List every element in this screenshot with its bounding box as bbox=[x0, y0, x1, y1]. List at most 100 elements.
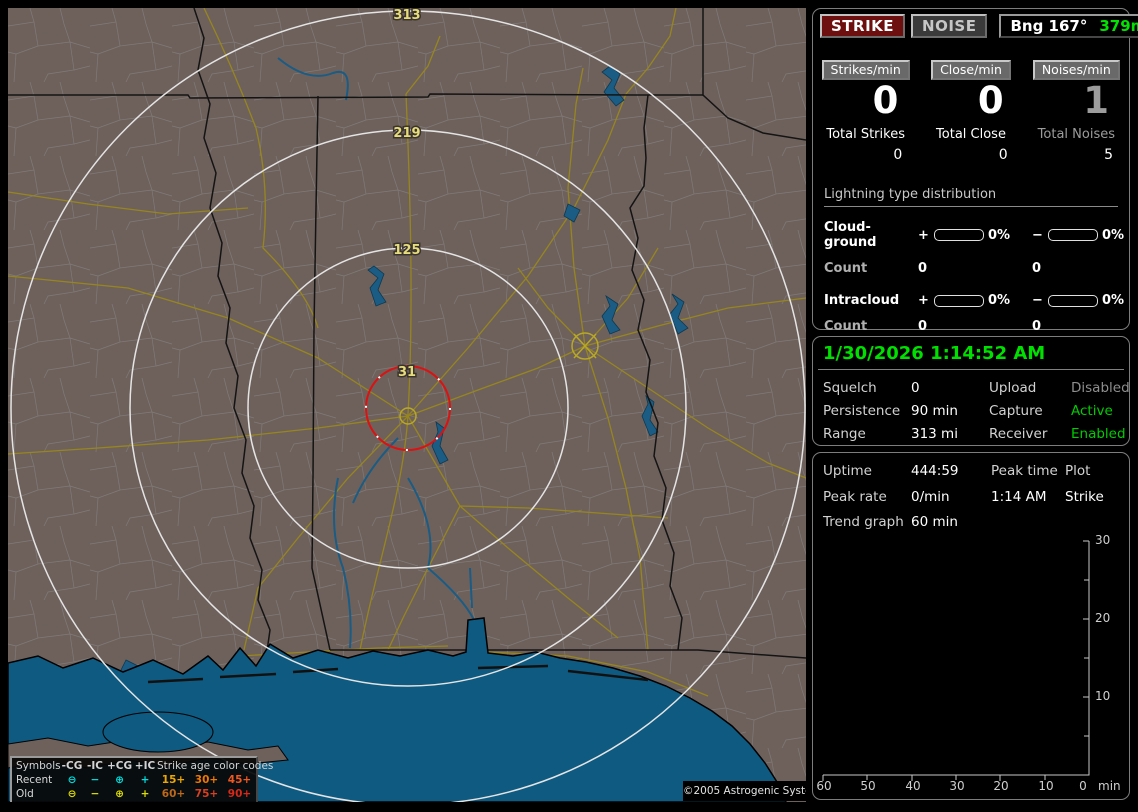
trend-panel: Uptime 444:59 Peak time Plot Peak rate 0… bbox=[812, 452, 1130, 800]
intracloud-label: Intracloud bbox=[824, 293, 900, 308]
bearing-distance: 379mi bbox=[1099, 17, 1138, 35]
pos-cg-old-icon: ⊕ bbox=[115, 788, 124, 800]
distribution-title: Lightning type distribution bbox=[824, 187, 1118, 207]
cg-positive-percent: 0% bbox=[988, 227, 1011, 243]
lake-pontchartrain bbox=[102, 711, 214, 753]
receiver-label: Receiver bbox=[989, 426, 1048, 442]
bearing-readout: Bng 167° 379mi bbox=[999, 14, 1138, 38]
pos-cg-recent-icon: ⊕ bbox=[115, 774, 124, 786]
strikes-per-min-column: Strikes/min 0 Total Strikes 0 bbox=[821, 60, 910, 163]
ic-negative-count: 0 bbox=[1032, 319, 1042, 334]
total-strikes-value: 0 bbox=[893, 147, 903, 163]
upload-label: Upload bbox=[989, 380, 1037, 396]
receiver-status: Enabled bbox=[1071, 426, 1126, 442]
range-ring-label: 125 bbox=[393, 243, 420, 258]
trend-axes bbox=[822, 540, 1090, 781]
noise-button[interactable]: NOISE bbox=[911, 14, 988, 38]
capture-status: Active bbox=[1071, 403, 1113, 419]
x-tick-50: 50 bbox=[860, 779, 876, 793]
cg-negative-bar bbox=[1048, 229, 1098, 241]
age-code-45: 45+ bbox=[227, 774, 252, 786]
bearing-value: Bng 167° bbox=[1010, 17, 1088, 35]
total-strikes-label: Total Strikes bbox=[826, 127, 905, 142]
squelch-value: 0 bbox=[911, 380, 920, 396]
legend-header-neg-cg: -CG bbox=[61, 760, 83, 772]
minus-sign: − bbox=[1032, 227, 1043, 243]
cg-negative-count: 0 bbox=[1032, 261, 1042, 276]
strikes-per-min-button[interactable]: Strikes/min bbox=[821, 60, 910, 80]
symbol-legend: Symbols -CG -IC +CG +IC Strike age color… bbox=[10, 756, 274, 802]
age-code-30: 30+ bbox=[194, 774, 219, 786]
range-value: 313 mi bbox=[911, 426, 958, 442]
age-code-75: 75+ bbox=[194, 788, 219, 800]
noises-per-min-column: Noises/min 1 Total Noises 5 bbox=[1032, 60, 1121, 163]
cg-negative-percent: 0% bbox=[1102, 227, 1125, 243]
persistence-label: Persistence bbox=[823, 403, 901, 419]
pos-ic-recent-icon: + bbox=[140, 774, 150, 786]
close-per-min-button[interactable]: Close/min bbox=[931, 60, 1011, 80]
pos-ic-old-icon: + bbox=[140, 788, 150, 800]
neg-ic-old-icon: − bbox=[90, 788, 100, 800]
total-close-value: 0 bbox=[998, 147, 1008, 163]
legend-header-neg-ic: -IC bbox=[87, 760, 103, 772]
plus-sign: + bbox=[918, 227, 929, 243]
trend-graph: 30 20 10 60 50 40 30 20 10 0 min bbox=[813, 453, 1129, 799]
neg-cg-recent-icon: ⊖ bbox=[67, 774, 77, 786]
range-ring-label: 31 bbox=[398, 365, 416, 380]
legend-age-header: Strike age color codes bbox=[157, 760, 274, 772]
x-axis-unit: min bbox=[1098, 779, 1121, 793]
ic-positive-percent: 0% bbox=[988, 293, 1011, 308]
legend-header-symbols: Symbols bbox=[16, 760, 61, 772]
x-tick-40: 40 bbox=[905, 779, 921, 793]
upload-status: Disabled bbox=[1071, 380, 1130, 396]
noises-per-min-button[interactable]: Noises/min bbox=[1032, 60, 1120, 80]
y-tick-30: 30 bbox=[1095, 533, 1111, 547]
age-code-90: 90+ bbox=[227, 788, 252, 800]
copyright-bar: ©2005 Astrogenic Systems bbox=[683, 781, 806, 801]
neg-ic-recent-icon: − bbox=[90, 774, 100, 786]
age-code-60: 60+ bbox=[161, 788, 186, 800]
map-canvas: 313 219 125 31 bbox=[8, 8, 806, 802]
ic-positive-bar bbox=[934, 294, 984, 307]
x-tick-0: 0 bbox=[1079, 779, 1087, 793]
capture-label: Capture bbox=[989, 403, 1043, 419]
strikes-per-min-value: 0 bbox=[872, 79, 899, 122]
x-tick-10: 10 bbox=[1038, 779, 1054, 793]
lightning-type-distribution: Lightning type distribution Cloud-ground… bbox=[813, 163, 1129, 334]
range-ring-label: 219 bbox=[393, 126, 420, 141]
cloud-ground-label: Cloud-ground bbox=[824, 220, 877, 250]
x-tick-20: 20 bbox=[993, 779, 1009, 793]
ic-positive-count: 0 bbox=[918, 319, 928, 334]
close-per-min-value: 0 bbox=[977, 79, 1004, 122]
total-noises-label: Total Noises bbox=[1037, 127, 1115, 142]
y-tick-10: 10 bbox=[1095, 689, 1111, 703]
persistence-value: 90 min bbox=[911, 403, 958, 419]
range-ring-label: 313 bbox=[393, 8, 420, 23]
minus-sign: − bbox=[1032, 293, 1043, 308]
ic-negative-percent: 0% bbox=[1102, 293, 1125, 308]
x-tick-60: 60 bbox=[816, 779, 832, 793]
legend-recent-label: Recent bbox=[16, 774, 53, 786]
lightning-map[interactable]: 313 219 125 31 Symbols -CG -IC +CG +IC S… bbox=[8, 8, 806, 802]
strike-counter-panel: STRIKE NOISE Bng 167° 379mi Strikes/min … bbox=[812, 8, 1138, 334]
ic-count-label: Count bbox=[824, 319, 868, 334]
total-noises-value: 5 bbox=[1104, 147, 1113, 163]
squelch-label: Squelch bbox=[823, 380, 877, 396]
x-tick-30: 30 bbox=[949, 779, 965, 793]
datetime-display: 1/30/2026 1:14:52 AM bbox=[823, 343, 1046, 364]
cg-positive-count: 0 bbox=[918, 261, 928, 276]
cg-count-label: Count bbox=[824, 261, 868, 276]
cg-positive-bar bbox=[934, 229, 984, 241]
close-per-min-column: Close/min 0 Total Close 0 bbox=[926, 60, 1015, 163]
y-tick-20: 20 bbox=[1095, 611, 1111, 625]
plus-sign: + bbox=[918, 293, 929, 308]
legend-old-label: Old bbox=[16, 788, 34, 800]
strike-button[interactable]: STRIKE bbox=[820, 14, 906, 38]
legend-header-pos-cg: +CG bbox=[106, 760, 133, 772]
ic-negative-bar bbox=[1048, 294, 1098, 307]
neg-cg-old-icon: ⊖ bbox=[67, 788, 77, 800]
status-panel: 1/30/2026 1:14:52 AM Squelch 0 Upload Di… bbox=[812, 336, 1130, 446]
total-close-label: Total Close bbox=[936, 127, 1006, 142]
range-label: Range bbox=[823, 426, 866, 442]
age-code-15: 15+ bbox=[161, 774, 186, 786]
